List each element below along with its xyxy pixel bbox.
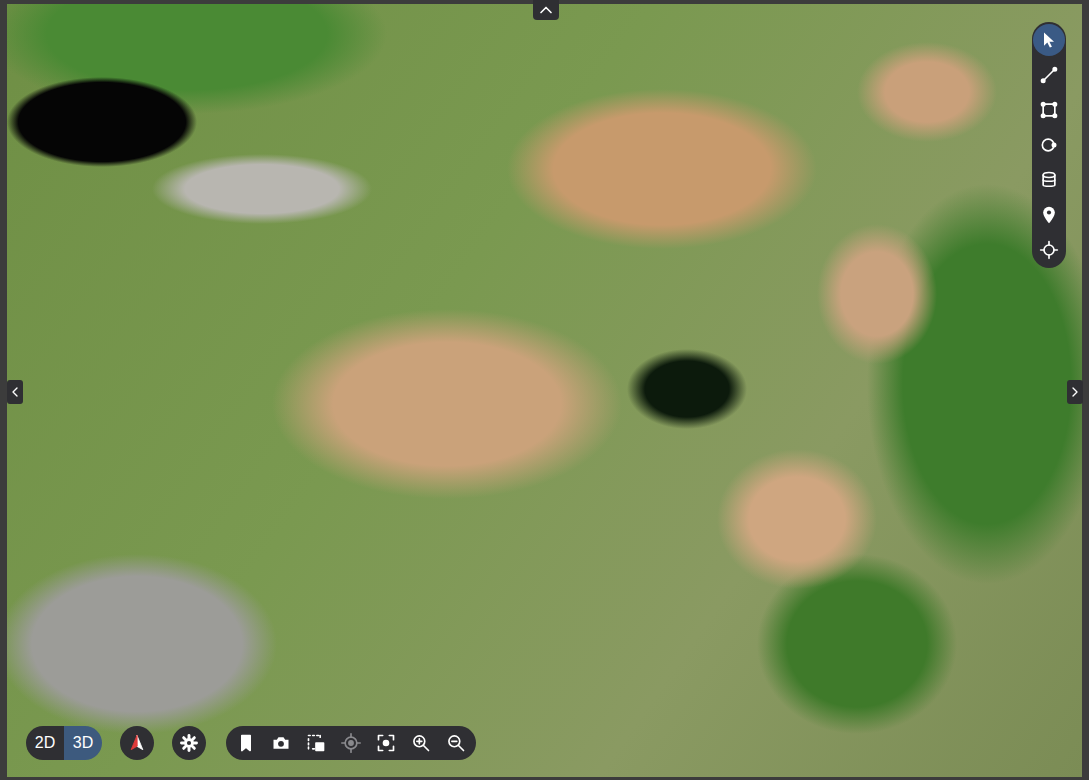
view-controls [226, 726, 476, 760]
focus-button[interactable] [372, 728, 400, 758]
view-mode-toggle: 2D 3D [26, 726, 102, 760]
aerial-photo[interactable] [7, 4, 1082, 777]
chevron-left-icon [7, 382, 23, 402]
chevron-up-icon [536, 0, 556, 20]
focus-frame-icon [376, 733, 396, 753]
camera-button[interactable] [267, 728, 295, 758]
chevron-right-icon [1067, 382, 1083, 402]
camera-icon [271, 733, 291, 753]
ruler-line-icon [1039, 65, 1059, 85]
locate-button [337, 728, 365, 758]
tool-button[interactable] [1033, 59, 1065, 91]
view-mode-label: 2D [35, 734, 55, 752]
locate-icon [341, 733, 361, 753]
zoom-in-button[interactable] [407, 728, 435, 758]
compass-arrow-icon [127, 733, 147, 753]
bookmark-button[interactable] [232, 728, 260, 758]
view-mode-label: 3D [73, 734, 93, 752]
compass-button[interactable] [120, 726, 154, 760]
circle-measure-icon [1039, 135, 1059, 155]
settings-button[interactable] [172, 726, 206, 760]
screenshot-region-icon [306, 733, 326, 753]
view-mode-button[interactable]: 3D [64, 726, 102, 760]
tool-button[interactable] [1033, 199, 1065, 231]
collapse-top-button[interactable] [533, 0, 559, 20]
volume-cylinder-icon [1039, 170, 1059, 190]
cursor-icon [1039, 30, 1059, 50]
tool-button[interactable] [1033, 94, 1065, 126]
measure-toolbar [1032, 22, 1066, 268]
view-mode-button[interactable]: 2D [26, 726, 64, 760]
area-polygon-icon [1039, 100, 1059, 120]
right-panel-button[interactable] [1067, 380, 1083, 404]
left-panel-button[interactable] [7, 380, 23, 404]
crosshair-point-icon [1039, 240, 1059, 260]
capture-button[interactable] [302, 728, 330, 758]
zoom-out-icon [446, 733, 466, 753]
tool-button[interactable] [1033, 164, 1065, 196]
zoom-in-icon [411, 733, 431, 753]
gear-icon [179, 733, 199, 753]
map-pin-icon [1039, 205, 1059, 225]
tool-button[interactable] [1033, 24, 1065, 56]
bookmark-icon [236, 733, 256, 753]
bottom-controls: 2D 3D [26, 726, 476, 760]
tool-button[interactable] [1033, 129, 1065, 161]
zoom-out-button[interactable] [442, 728, 470, 758]
tool-button[interactable] [1033, 234, 1065, 266]
